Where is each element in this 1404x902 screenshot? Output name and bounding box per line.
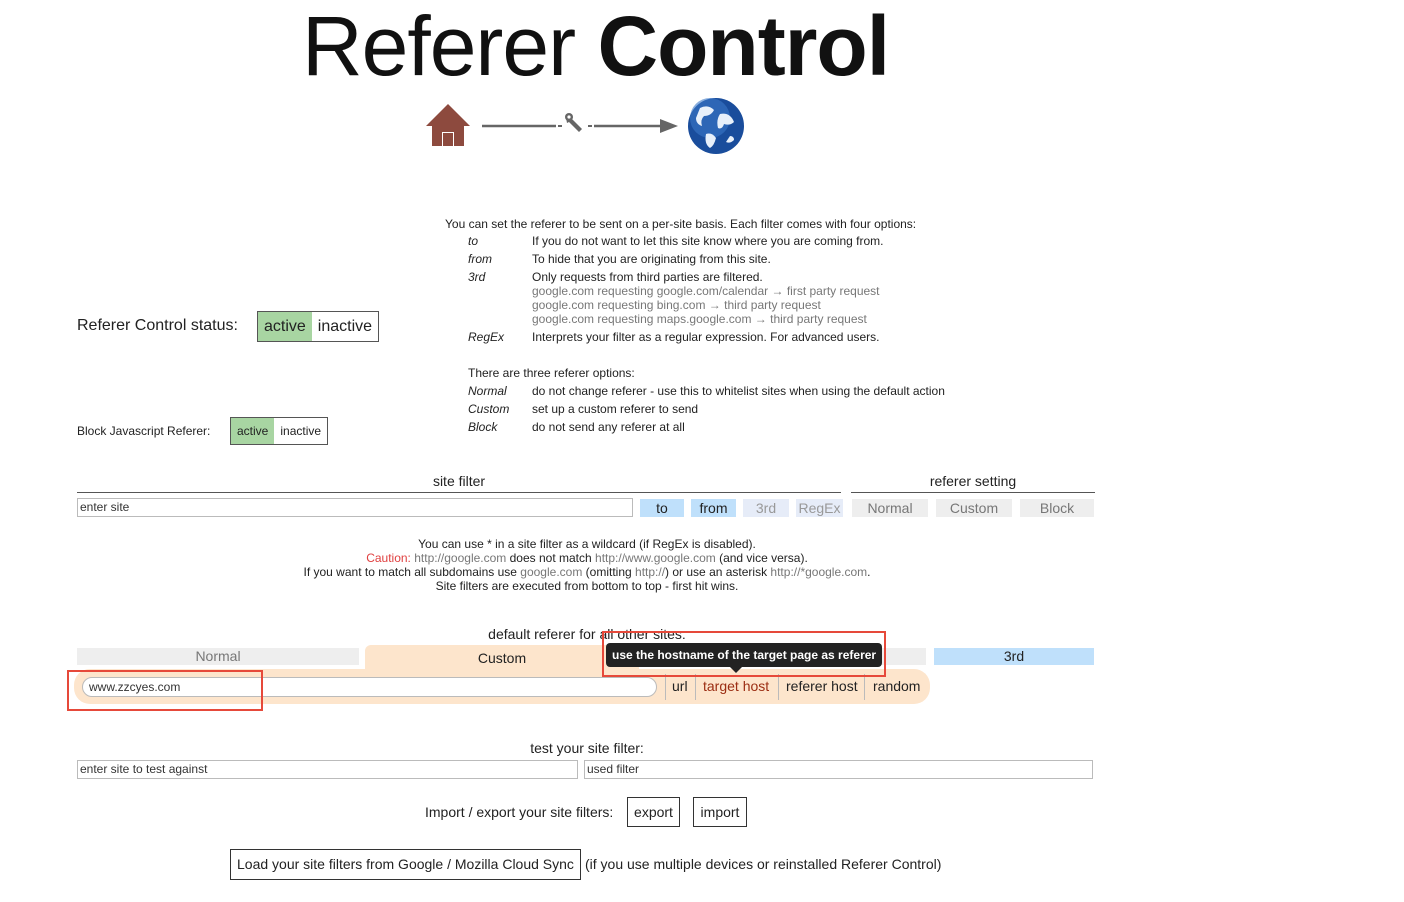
referer-block-button[interactable]: Block	[1020, 499, 1094, 517]
wildcard-line: You can use * in a site filter as a wild…	[418, 537, 756, 551]
test-heading: test your site filter:	[530, 740, 644, 756]
divider	[778, 674, 779, 700]
help-intro: You can set the referer to be sent on a …	[445, 217, 917, 231]
help-desc-from: To hide that you are originating from th…	[532, 252, 771, 266]
divider	[77, 492, 841, 493]
referer-custom-button[interactable]: Custom	[936, 499, 1012, 517]
option-url[interactable]: url	[672, 676, 688, 696]
option-target-host[interactable]: target host	[703, 676, 769, 696]
option-random[interactable]: random	[873, 676, 920, 696]
example-url: google.com	[520, 565, 583, 579]
divider	[665, 674, 666, 700]
js-block-inactive-button[interactable]: inactive	[274, 418, 327, 444]
info-text: does not match	[506, 551, 596, 565]
default-normal-tab[interactable]: Normal	[77, 648, 359, 665]
highlight-box	[602, 631, 886, 677]
help-desc-to: If you do not want to let this site know…	[532, 234, 884, 248]
example-url: http://google.com	[414, 551, 507, 565]
order-line: Site filters are executed from bottom to…	[435, 579, 739, 593]
title-bold: Control	[597, 0, 890, 93]
referer-key-custom: Custom	[468, 402, 510, 416]
info-text: .	[867, 565, 871, 579]
default-3rd-tab[interactable]: 3rd	[934, 648, 1094, 665]
example-url: http://*google.com	[770, 565, 868, 579]
title-light: Referer	[302, 0, 576, 93]
caution-label: Caution:	[366, 551, 411, 565]
default-custom-tab[interactable]: Custom	[365, 649, 639, 667]
import-button[interactable]: import	[693, 797, 747, 827]
js-block-label: Block Javascript Referer:	[77, 424, 211, 438]
export-button[interactable]: export	[627, 797, 680, 827]
info-text: (omitting	[582, 565, 636, 579]
help-example: google.com requesting bing.com → third p…	[532, 298, 821, 312]
help-example: google.com requesting maps.google.com → …	[532, 312, 867, 326]
referer-key-normal: Normal	[468, 384, 507, 398]
status-toggle[interactable]: active inactive	[257, 311, 380, 342]
referer-desc-custom: set up a custom referer to send	[532, 402, 699, 416]
home-icon	[426, 104, 470, 146]
referer-setting-heading: referer setting	[929, 473, 1017, 489]
help-desc-3rd: Only requests from third parties are fil…	[532, 270, 763, 284]
status-active-button[interactable]: active	[258, 312, 312, 341]
subdomain-line: If you want to match all subdomains use …	[77, 565, 1097, 579]
filter-regex-button[interactable]: RegEx	[796, 499, 843, 517]
status-label: Referer Control status:	[77, 317, 238, 334]
help-desc-regex: Interprets your filter as a regular expr…	[532, 330, 880, 344]
used-filter-input[interactable]: used filter	[584, 760, 1093, 779]
filter-to-button[interactable]: to	[640, 499, 684, 517]
info-text: (and vice versa).	[715, 551, 808, 565]
highlight-box	[67, 670, 263, 711]
filter-from-button[interactable]: from	[691, 499, 736, 517]
cloud-sync-note: (if you use multiple devices or reinstal…	[585, 856, 942, 872]
test-site-input[interactable]: enter site to test against	[77, 760, 578, 779]
example-url: http://www.google.com	[595, 551, 716, 565]
divider	[695, 674, 696, 700]
help-key-regex: RegEx	[468, 330, 505, 344]
cloud-sync-button[interactable]: Load your site filters from Google / Moz…	[230, 849, 581, 880]
option-referer-host[interactable]: referer host	[786, 676, 858, 696]
referer-key-block: Block	[468, 420, 498, 434]
referer-desc-block: do not send any referer at all	[532, 420, 685, 434]
info-text: ) or use an asterisk	[665, 565, 771, 579]
divider	[864, 674, 865, 700]
site-filter-heading: site filter	[432, 473, 486, 489]
app-title: Referer Control	[302, 0, 890, 96]
help-example: google.com requesting google.com/calenda…	[532, 284, 880, 298]
help-key-from: from	[468, 252, 492, 266]
referer-normal-button[interactable]: Normal	[852, 499, 928, 517]
help-key-3rd: 3rd	[468, 270, 486, 284]
js-block-toggle[interactable]: active inactive	[230, 417, 329, 445]
js-block-active-button[interactable]: active	[231, 418, 275, 444]
info-text: If you want to match all subdomains use	[303, 565, 521, 579]
import-export-label: Import / export your site filters:	[425, 804, 614, 820]
filter-3rd-button[interactable]: 3rd	[743, 499, 789, 517]
site-filter-input[interactable]: enter site	[77, 498, 633, 517]
caution-line: Caution: http://google.com does not matc…	[77, 551, 1097, 565]
help-key-to: to	[468, 234, 479, 248]
referer-options-intro: There are three referer options:	[468, 366, 635, 380]
logo-diagram	[426, 98, 744, 154]
default-referer-heading: default referer for all other sites:	[488, 626, 686, 642]
wildcard-info: You can use * in a site filter as a wild…	[77, 537, 1097, 593]
globe-icon	[688, 98, 744, 154]
wrench-icon	[565, 113, 582, 132]
example-url: http://	[635, 565, 666, 579]
status-inactive-button[interactable]: inactive	[312, 312, 378, 341]
referer-desc-normal: do not change referer - use this to whit…	[532, 384, 945, 398]
divider	[851, 492, 1095, 493]
